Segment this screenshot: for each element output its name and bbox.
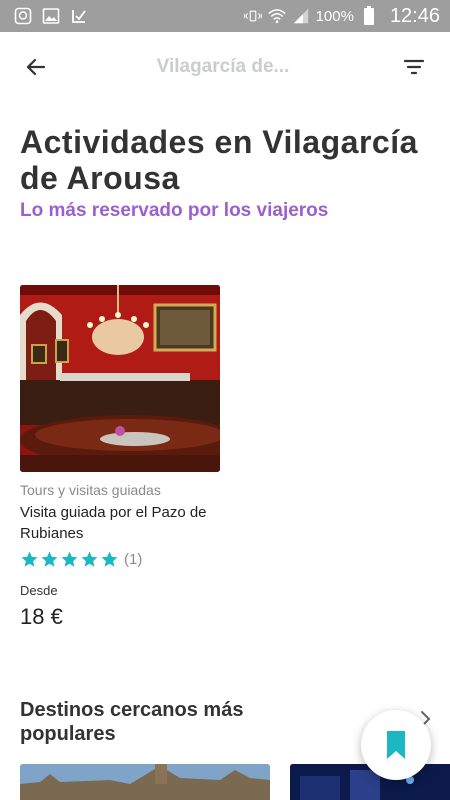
- price: 18 €: [20, 604, 63, 629]
- wifi-icon: [267, 7, 286, 25]
- activity-photo: [20, 285, 220, 472]
- chat-bubble-icon: [14, 7, 32, 25]
- app-bar: Vilagarcía de...: [0, 32, 450, 102]
- vibrate-icon: [243, 7, 262, 25]
- page-subtitle: Lo más reservado por los viajeros: [20, 200, 329, 221]
- download-check-icon: [70, 7, 88, 25]
- filter-button[interactable]: [396, 49, 432, 85]
- nearby-section-title: Destinos cercanos más populares: [20, 699, 244, 745]
- filter-icon: [403, 59, 425, 75]
- wishlist-fab[interactable]: [361, 710, 431, 780]
- notification-icons: [14, 7, 88, 25]
- clock: 12:46: [389, 4, 440, 27]
- arrow-left-icon: [26, 58, 46, 76]
- star-icon: [21, 551, 38, 567]
- destination-card[interactable]: [20, 764, 270, 800]
- star-icon: [41, 551, 58, 567]
- star-icon: [101, 551, 118, 567]
- page-title: Actividades en Vilagarcía de Arousa: [20, 124, 418, 196]
- activity-category: Tours y visitas guiadas: [20, 482, 161, 498]
- image-icon: [42, 7, 60, 25]
- star-icon: [61, 551, 78, 567]
- back-button[interactable]: [18, 49, 54, 85]
- star-icon: [81, 551, 98, 567]
- app-bar-title: Vilagarcía de...: [156, 56, 290, 77]
- activity-card[interactable]: Tours y visitas guiadas Visita guiada po…: [20, 285, 220, 630]
- status-bar: 100% 12:46: [0, 0, 450, 32]
- review-count: (1): [124, 551, 143, 568]
- battery-icon: [360, 6, 378, 25]
- rating: (1): [20, 550, 220, 569]
- signal-icon: [292, 7, 310, 25]
- bookmark-icon: [387, 731, 405, 759]
- system-icons: 100% 12:46: [243, 4, 440, 28]
- activity-title: Visita guiada por el Pazo de Rubianes: [20, 504, 207, 542]
- battery-percent: 100%: [315, 7, 354, 25]
- price-label: Desde: [20, 583, 58, 598]
